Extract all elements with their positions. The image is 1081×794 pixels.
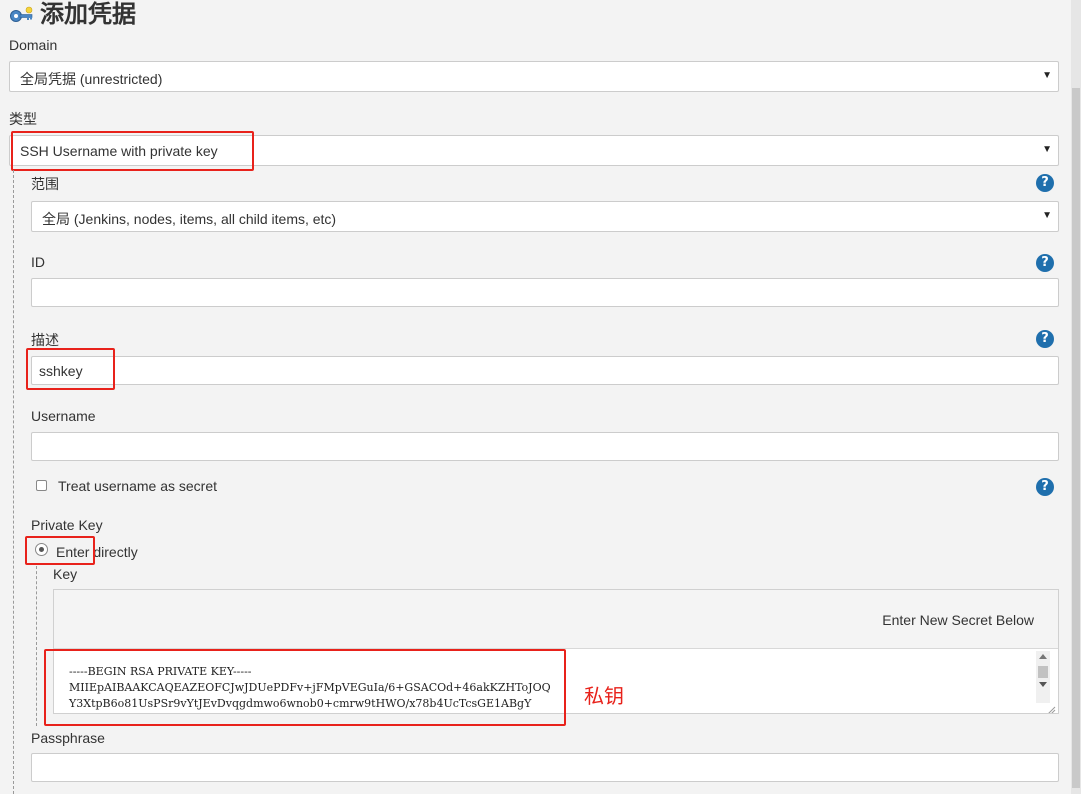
passphrase-label: Passphrase [31, 730, 105, 746]
username-input[interactable] [31, 432, 1059, 461]
kind-highlight-box [11, 131, 254, 171]
description-label: 描述 [31, 332, 59, 348]
scope-select[interactable]: 全局 (Jenkins, nodes, items, all child ite… [31, 201, 1059, 232]
private-key-annotation: 私钥 [584, 684, 624, 708]
private-key-label: Private Key [31, 517, 103, 533]
help-icon[interactable]: ? [1036, 330, 1054, 348]
scope-label: 范围 [31, 176, 59, 192]
scroll-up-arrow-icon[interactable] [1039, 654, 1047, 659]
id-input[interactable] [31, 278, 1059, 307]
chevron-down-icon: ▼ [1042, 144, 1052, 155]
description-highlight-box [26, 348, 115, 390]
chevron-down-icon: ▼ [1042, 210, 1052, 221]
domain-select[interactable]: 全局凭据 (unrestricted) ▼ [9, 61, 1059, 92]
id-label: ID [31, 254, 45, 270]
add-credentials-page: 添加凭据 Domain 全局凭据 (unrestricted) ▼ 类型 SSH… [0, 0, 1081, 794]
enter-directly-highlight-box [25, 536, 95, 565]
nested-section-guide [13, 170, 14, 794]
treat-username-secret-label: Treat username as secret [58, 478, 217, 494]
help-icon[interactable]: ? [1036, 478, 1054, 496]
treat-username-secret-checkbox[interactable] [36, 480, 47, 491]
chevron-down-icon: ▼ [1042, 70, 1052, 81]
textarea-scrollbar[interactable] [1036, 651, 1050, 703]
resize-handle-icon[interactable] [1047, 702, 1056, 713]
key-label: Key [53, 566, 78, 582]
enter-new-secret-hint: Enter New Secret Below [882, 612, 1034, 628]
scroll-down-arrow-icon[interactable] [1039, 682, 1047, 687]
description-input[interactable]: sshkey [31, 356, 1059, 385]
domain-select-value: 全局凭据 (unrestricted) [20, 71, 163, 87]
kind-label: 类型 [9, 111, 37, 127]
page-title: 添加凭据 [40, 0, 136, 28]
scope-select-value: 全局 (Jenkins, nodes, items, all child ite… [42, 211, 337, 227]
passphrase-input[interactable] [31, 753, 1059, 782]
private-key-nested-guide [36, 566, 37, 726]
domain-label: Domain [9, 37, 58, 53]
key-icon [8, 5, 36, 25]
scroll-thumb[interactable] [1038, 666, 1048, 678]
help-icon[interactable]: ? [1036, 174, 1054, 192]
username-label: Username [31, 408, 96, 424]
page-scrollbar-thumb[interactable] [1072, 88, 1080, 788]
private-key-highlight-box [44, 649, 566, 726]
help-icon[interactable]: ? [1036, 254, 1054, 272]
